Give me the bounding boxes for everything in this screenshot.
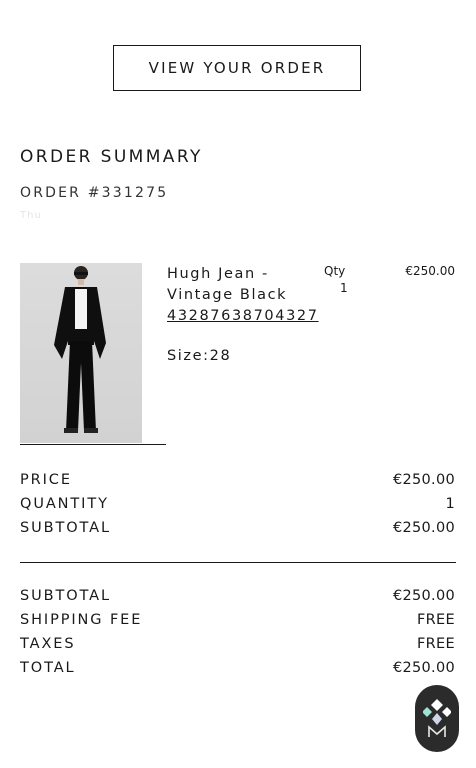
row-label: QUANTITY — [20, 496, 109, 512]
shipping-fee-row: SHIPPING FEE FREE — [20, 612, 455, 628]
row-label: SHIPPING FEE — [20, 612, 143, 628]
row-label: PRICE — [20, 472, 72, 488]
row-label: TOTAL — [20, 660, 76, 676]
row-label: TAXES — [20, 636, 76, 652]
item-price: €250.00 — [405, 264, 455, 278]
row-value: FREE — [417, 636, 455, 652]
order-number: ORDER #331275 — [20, 185, 169, 201]
total-row: TOTAL €250.00 — [20, 660, 455, 676]
row-value: €250.00 — [392, 520, 455, 536]
totals-divider — [20, 562, 456, 563]
subtotal-row: SUBTOTAL €250.00 — [20, 588, 455, 604]
row-value: €250.00 — [392, 588, 455, 604]
brand-badge-button[interactable] — [415, 685, 459, 752]
product-name[interactable]: Hugh Jean - Vintage Black — [167, 264, 317, 306]
product-size: Size:28 — [167, 348, 232, 364]
taxes-row: TAXES FREE — [20, 636, 455, 652]
order-summary-heading: ORDER SUMMARY — [20, 147, 203, 167]
product-image[interactable] — [20, 263, 142, 443]
row-value: FREE — [417, 612, 455, 628]
faded-text: Thu — [20, 210, 42, 221]
qty-label: Qty — [324, 264, 346, 278]
view-your-order-button[interactable]: VIEW YOUR ORDER — [113, 45, 361, 91]
diamond-monogram-icon — [423, 698, 451, 737]
qty-value: 1 — [340, 281, 348, 295]
row-value: €250.00 — [392, 660, 455, 676]
item-divider — [20, 444, 166, 445]
row-value: 1 — [445, 496, 455, 512]
row-label: SUBTOTAL — [20, 588, 111, 604]
row-label: SUBTOTAL — [20, 520, 111, 536]
price-row: PRICE €250.00 — [20, 472, 455, 488]
product-sku[interactable]: 43287638704327 — [167, 306, 322, 327]
quantity-row: QUANTITY 1 — [20, 496, 455, 512]
row-value: €250.00 — [392, 472, 455, 488]
model-figure-icon — [54, 266, 106, 433]
line-subtotal-row: SUBTOTAL €250.00 — [20, 520, 455, 536]
